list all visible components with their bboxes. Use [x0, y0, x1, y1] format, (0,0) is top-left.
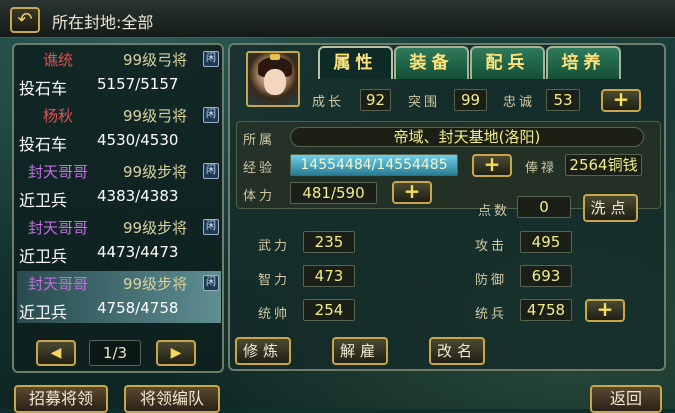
salary-label: 俸禄	[525, 161, 558, 176]
points-value: 0	[517, 196, 571, 218]
troops-value: 4758	[520, 299, 572, 321]
breakthrough-value: 99	[454, 89, 487, 111]
back-arrow-icon[interactable]: ↶	[10, 7, 40, 33]
idle-status-badge: 闲	[203, 219, 219, 235]
exp-bar: 14554484/14554485	[290, 154, 458, 176]
general-level: 99级步将	[123, 163, 188, 181]
breakthrough-label: 突围	[408, 95, 441, 110]
troop-count: 4473/4473	[97, 243, 179, 261]
troop-type: 近卫兵	[19, 247, 68, 266]
portrait-face	[264, 69, 286, 95]
defense-value: 693	[520, 265, 572, 287]
general-portrait	[246, 51, 300, 107]
reset-points-button[interactable]: 洗点	[583, 194, 638, 222]
exp-label: 经验	[243, 161, 276, 176]
add-stamina-button[interactable]: +	[392, 181, 432, 204]
fief-location-label: 所在封地:全部	[52, 13, 154, 32]
troop-count: 4758/4758	[97, 299, 179, 317]
stamina-value: 481/590	[290, 182, 377, 204]
tab-cultivate[interactable]: 培养	[546, 46, 621, 79]
add-troops-button[interactable]: +	[585, 299, 625, 322]
troops-label: 统兵	[475, 307, 508, 322]
growth-value: 92	[360, 89, 391, 111]
points-label: 点数	[478, 204, 511, 219]
troop-type: 投石车	[19, 79, 68, 98]
idle-status-badge: 闲	[203, 51, 219, 67]
right-arrow-icon[interactable]: ▶	[156, 340, 196, 366]
troop-type: 近卫兵	[19, 191, 68, 210]
general-name: 封天哥哥	[27, 275, 88, 293]
defense-label: 防御	[475, 273, 508, 288]
left-arrow-icon[interactable]: ◀	[36, 340, 76, 366]
top-bar: ↶ 所在封地:全部	[0, 0, 675, 38]
troop-type: 近卫兵	[19, 303, 68, 322]
stamina-label: 体力	[243, 189, 276, 204]
general-name: 封天哥哥	[27, 219, 88, 237]
tab-equipment[interactable]: 装备	[394, 46, 469, 79]
idle-status-badge: 闲	[203, 107, 219, 123]
tab-troops[interactable]: 配兵	[470, 46, 545, 79]
general-name: 杨秋	[42, 107, 73, 125]
attack-label: 攻击	[475, 239, 508, 254]
tab-attributes[interactable]: 属性	[318, 46, 393, 79]
intel-label: 智力	[258, 273, 291, 288]
general-name: 谯统	[42, 51, 73, 69]
general-list-panel: 谯统 99级弓将 闲 投石车 5157/5157 杨秋 99级弓将 闲 投石车 …	[12, 43, 224, 373]
attack-value: 495	[520, 231, 572, 253]
salary-value: 2564铜钱	[565, 154, 642, 176]
troop-type: 投石车	[19, 135, 68, 154]
general-list-item[interactable]: 杨秋 99级弓将 闲 投石车 4530/4530	[17, 103, 221, 155]
general-name: 封天哥哥	[27, 163, 88, 181]
portrait-ornament	[270, 54, 280, 60]
intel-value: 473	[303, 265, 355, 287]
troop-count: 5157/5157	[97, 75, 179, 93]
troop-count: 4383/4383	[97, 187, 179, 205]
general-list-item[interactable]: 封天哥哥 99级步将 闲 近卫兵 4383/4383	[17, 159, 221, 211]
general-list-item[interactable]: 谯统 99级弓将 闲 投石车 5157/5157	[17, 47, 221, 99]
command-value: 254	[303, 299, 355, 321]
fief-label: 所属	[243, 133, 276, 148]
loyalty-value: 53	[546, 89, 580, 111]
dismiss-button[interactable]: 解雇	[332, 337, 388, 365]
idle-status-badge: 闲	[203, 163, 219, 179]
page-indicator: 1/3	[89, 340, 141, 366]
general-level: 99级步将	[123, 219, 188, 237]
force-label: 武力	[258, 239, 291, 254]
growth-label: 成长	[312, 95, 345, 110]
troop-count: 4530/4530	[97, 131, 179, 149]
general-level: 99级步将	[123, 275, 188, 293]
general-list-item[interactable]: 封天哥哥 99级步将 闲 近卫兵 4473/4473	[17, 215, 221, 267]
idle-status-badge: 闲	[203, 275, 219, 291]
train-button[interactable]: 修炼	[235, 337, 291, 365]
general-level: 99级弓将	[123, 107, 188, 125]
loyalty-label: 忠诚	[503, 95, 536, 110]
add-exp-button[interactable]: +	[472, 154, 512, 177]
general-list-item-selected[interactable]: 封天哥哥 99级步将 闲 近卫兵 4758/4758	[17, 271, 221, 323]
command-label: 统帅	[258, 307, 291, 322]
rename-button[interactable]: 改名	[429, 337, 485, 365]
force-value: 235	[303, 231, 355, 253]
list-pager: ◀ 1/3 ▶	[36, 340, 196, 366]
general-level: 99级弓将	[123, 51, 188, 69]
fief-value: 帝域、封天基地(洛阳)	[290, 127, 644, 147]
add-loyalty-button[interactable]: +	[601, 89, 641, 112]
